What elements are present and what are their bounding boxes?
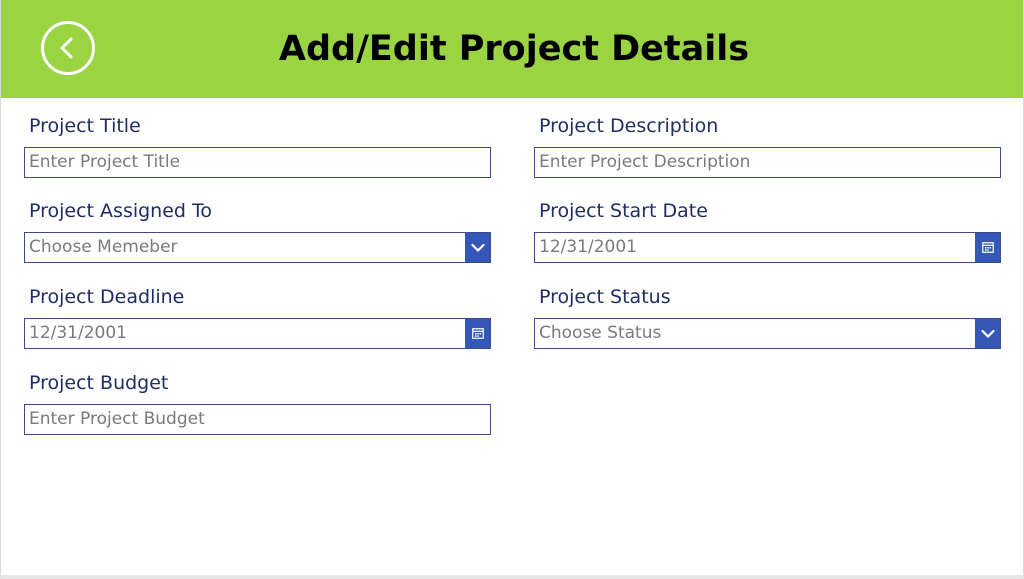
project-description-label: Project Description [539, 115, 719, 137]
project-status-placeholder: Choose Status [539, 323, 662, 343]
chevron-down-icon [980, 329, 995, 338]
status-dropdown-button[interactable] [975, 319, 1000, 348]
deadline-calendar-button[interactable] [465, 319, 490, 348]
project-start-date-value: 12/31/2001 [539, 237, 637, 257]
project-description-placeholder: Enter Project Description [539, 152, 751, 172]
project-assigned-to-dropdown[interactable]: Choose Memeber [24, 232, 491, 263]
project-deadline-date-picker[interactable]: 12/31/2001 [24, 318, 491, 349]
project-description-input[interactable]: Enter Project Description [534, 147, 1001, 178]
project-status-label: Project Status [539, 286, 671, 308]
page-title: Add/Edit Project Details [278, 29, 750, 69]
project-deadline-label: Project Deadline [29, 286, 185, 308]
project-assigned-to-placeholder: Choose Memeber [29, 237, 178, 257]
start-date-calendar-button[interactable] [975, 233, 1000, 262]
app-screen: Add/Edit Project Details Project Title E… [0, 0, 1024, 579]
project-title-input[interactable]: Enter Project Title [24, 147, 491, 178]
header-bar: Add/Edit Project Details [1, 0, 1023, 98]
project-status-dropdown[interactable]: Choose Status [534, 318, 1001, 349]
calendar-icon [981, 242, 994, 253]
project-title-placeholder: Enter Project Title [29, 152, 181, 172]
project-deadline-value: 12/31/2001 [29, 323, 127, 343]
project-assigned-to-label: Project Assigned To [29, 200, 213, 222]
project-budget-label: Project Budget [29, 372, 169, 394]
project-start-date-picker[interactable]: 12/31/2001 [534, 232, 1001, 263]
chevron-down-icon [470, 243, 485, 252]
assigned-to-dropdown-button[interactable] [465, 233, 490, 262]
calendar-icon [471, 328, 484, 339]
project-title-label: Project Title [29, 115, 141, 137]
project-budget-input[interactable]: Enter Project Budget [24, 404, 491, 435]
project-start-date-label: Project Start Date [539, 200, 708, 222]
project-budget-placeholder: Enter Project Budget [29, 409, 205, 429]
